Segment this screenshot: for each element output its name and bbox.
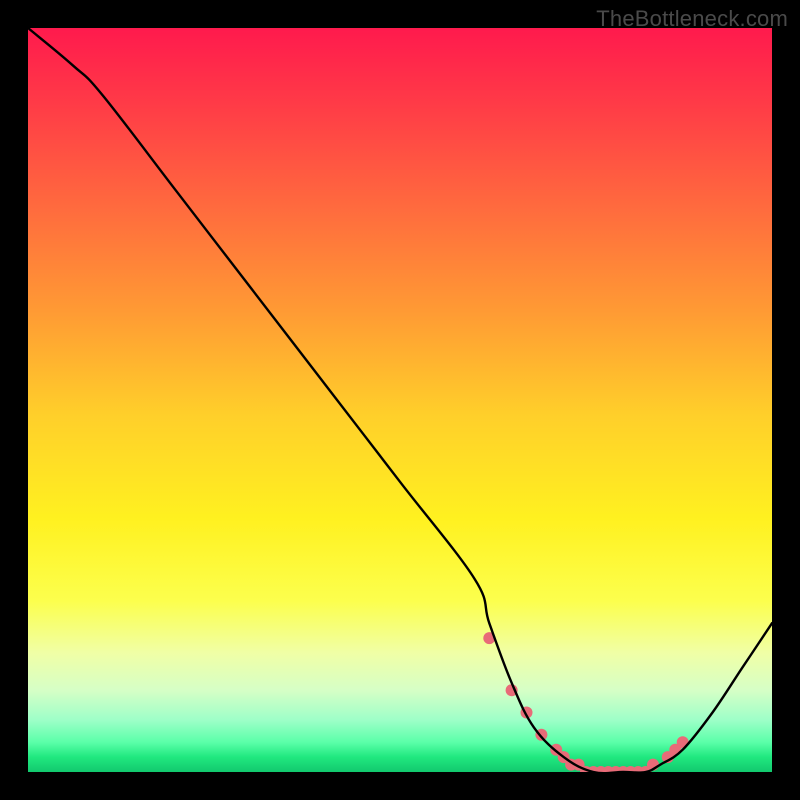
plot-area bbox=[28, 28, 772, 772]
watermark-text: TheBottleneck.com bbox=[596, 6, 788, 32]
chart-svg bbox=[28, 28, 772, 772]
chart-stage: TheBottleneck.com bbox=[0, 0, 800, 800]
markers-group bbox=[483, 632, 688, 772]
bottleneck-curve-path bbox=[28, 28, 772, 772]
